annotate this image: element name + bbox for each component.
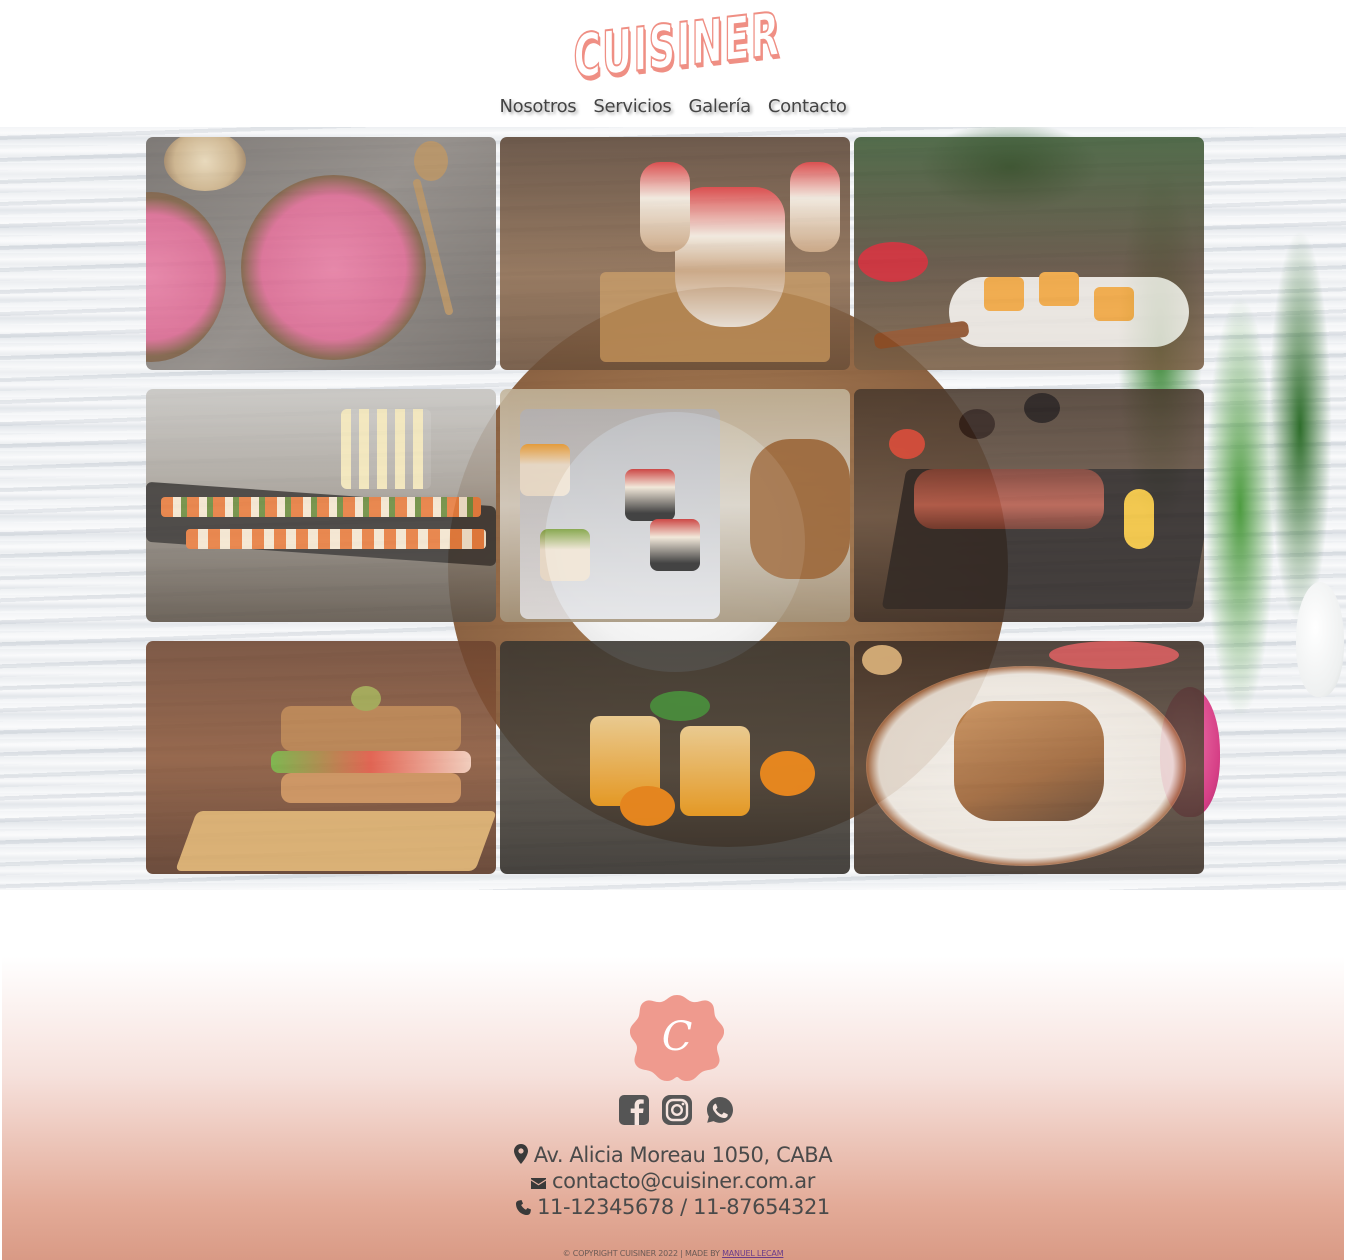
contact-email[interactable]: contacto@cuisiner.com.ar [2, 1169, 1344, 1194]
nav-galeria[interactable]: Galería [689, 96, 752, 117]
gallery-image-raspberry-smoothie-bowls[interactable] [146, 137, 496, 370]
logo-text: CUISINER [573, 0, 782, 93]
copyright-text: © COPYRIGHT CUISINER 2022 | MADE BY [562, 1249, 720, 1258]
gallery-image-strawberry-parfait-cups[interactable] [500, 137, 850, 370]
copyright: © COPYRIGHT CUISINER 2022 | MADE BY MANU… [2, 1249, 1344, 1258]
brand-badge[interactable]: C [630, 993, 724, 1081]
nav-nosotros[interactable]: Nosotros [499, 96, 576, 117]
gallery-section [0, 127, 1346, 890]
gallery-image-club-sandwich[interactable] [146, 641, 496, 874]
gallery-grid [146, 137, 1204, 875]
facebook-icon[interactable] [618, 1095, 649, 1126]
gallery-image-orange-mint-drinks[interactable] [500, 641, 850, 874]
site-header: CUISINER Nosotros Servicios Galería Cont… [0, 0, 1346, 127]
phone-text: 11-12345678 / 11-87654321 [537, 1195, 830, 1219]
instagram-icon[interactable] [661, 1095, 692, 1126]
gallery-image-mini-fruit-cakes[interactable] [500, 389, 850, 622]
nav-contacto[interactable]: Contacto [768, 96, 847, 117]
gallery-image-grilled-steak-board[interactable] [854, 389, 1204, 622]
gallery-image-catering-canapes-champagne[interactable] [146, 389, 496, 622]
site-footer: C Av. Alicia Moreau 1050, CABA contacto@… [2, 890, 1344, 1260]
phone-icon [516, 1196, 532, 1220]
author-link[interactable]: MANUEL LECAM [722, 1249, 784, 1258]
contact-address: Av. Alicia Moreau 1050, CABA [2, 1143, 1344, 1169]
nav-servicios[interactable]: Servicios [593, 96, 671, 117]
whatsapp-icon[interactable] [704, 1095, 735, 1126]
logo[interactable]: CUISINER [566, 0, 788, 93]
address-text: Av. Alicia Moreau 1050, CABA [533, 1143, 833, 1167]
email-text: contacto@cuisiner.com.ar [552, 1169, 815, 1193]
gallery-image-crepes-chocolate-plate[interactable] [854, 641, 1204, 874]
badge-letter: C [661, 1014, 693, 1060]
social-links [618, 1093, 738, 1127]
envelope-icon [531, 1170, 547, 1194]
gallery-image-fruit-tartlets-spoons[interactable] [854, 137, 1204, 370]
main-nav: Nosotros Servicios Galería Contacto [0, 96, 1346, 117]
background-white-tulip [1296, 582, 1344, 697]
contact-phone[interactable]: 11-12345678 / 11-87654321 [2, 1195, 1344, 1220]
map-pin-icon [513, 1143, 528, 1169]
